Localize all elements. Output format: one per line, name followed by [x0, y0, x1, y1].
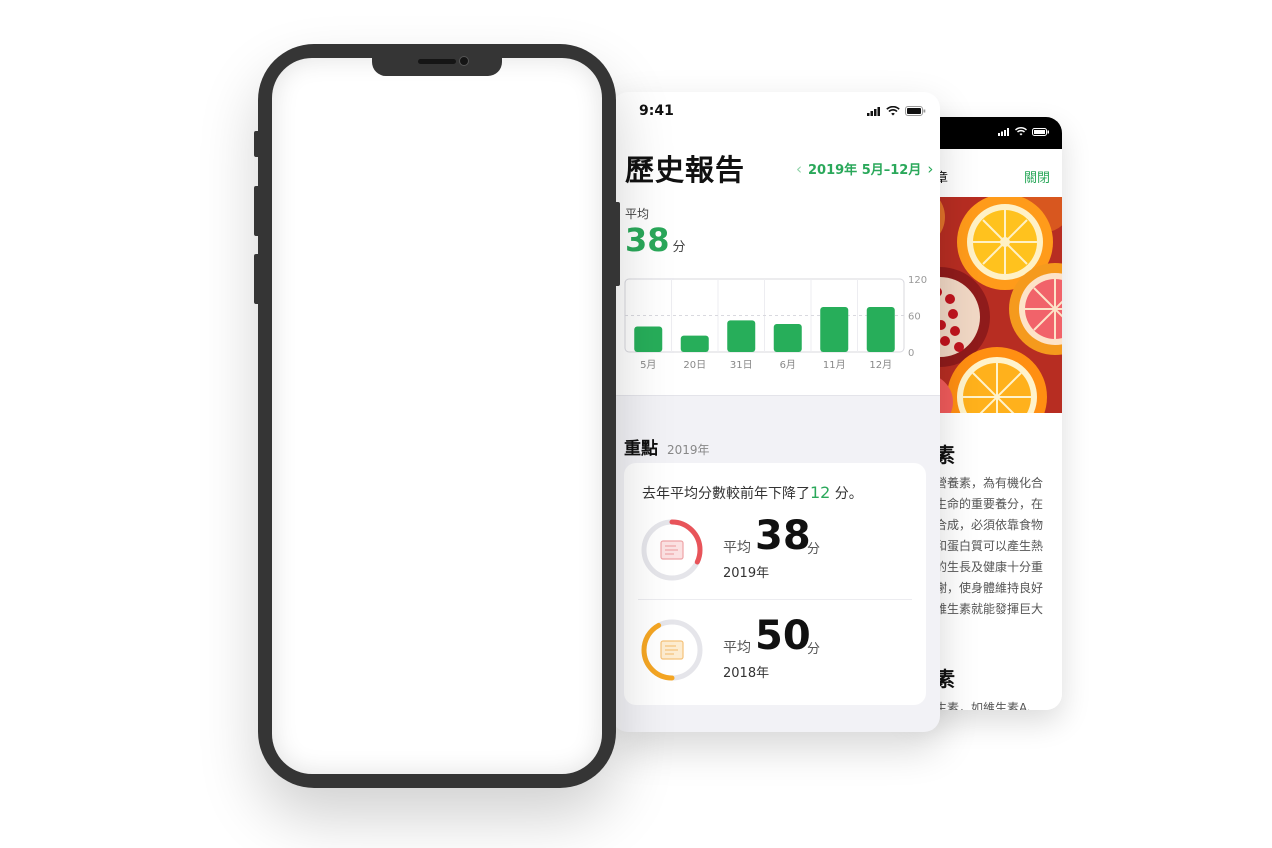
highlights-summary: 去年平均分數較前年下降了12 分。 [642, 483, 863, 503]
close-button[interactable]: 關閉 [1024, 167, 1050, 186]
highlights-header: 重點 2019年 [624, 434, 710, 459]
average-unit: 分 [672, 240, 686, 255]
date-range-nav: ‹ 2019年 5月–12月 › [796, 159, 933, 179]
report-icon [660, 640, 684, 660]
article-line: 營養素，為有機化合 [935, 476, 1044, 490]
summary-value: 12 [810, 483, 831, 502]
chart-bar [727, 320, 756, 352]
chart-y-tick: 0 [908, 348, 914, 359]
phone-notch [372, 54, 502, 76]
article-line: 的生長及健康十分重 [935, 560, 1044, 574]
signal-icon [998, 127, 1009, 136]
row-year: 2019年 [723, 566, 770, 581]
average-label: 平均 [625, 207, 650, 221]
divider [638, 599, 912, 600]
average-value: 38 分 [625, 221, 686, 259]
highlights-card: 去年平均分數較前年下降了12 分。 平均 38 分 2019年 平均 50 分 … [624, 463, 926, 705]
article-line: 生命的重要養分，在 [935, 497, 1044, 511]
status-time: 9:41 [639, 103, 674, 119]
chart-x-tick: 6月 [780, 359, 796, 371]
battery-icon [905, 106, 926, 116]
report-summary-section: 9:41 歷史報告 ‹ 2019年 5月–12月 › 平均 38 分 5月 20日… [612, 92, 940, 396]
chevron-left-icon[interactable]: ‹ [796, 160, 802, 178]
chart-bar [820, 306, 849, 352]
chart-bar [680, 335, 709, 352]
year-score-row[interactable]: 平均 50 分 2018年 [640, 613, 912, 685]
signal-icon [867, 106, 880, 116]
article-line: 謝，使身體維持良好 [935, 581, 1044, 595]
chart-x-tick: 11月 [823, 359, 846, 371]
score-ring [641, 619, 703, 681]
chart-y-tick: 60 [908, 312, 921, 323]
chart-x-tick: 20日 [683, 360, 706, 371]
summary-text: 去年平均分數較前年下降了 [642, 486, 810, 502]
row-score-unit: 分 [807, 642, 821, 657]
chart-x-tick: 5月 [640, 359, 656, 371]
wifi-icon [886, 106, 900, 116]
chart-bar [866, 306, 895, 352]
phone-screen [272, 58, 602, 774]
highlights-year: 2019年 [667, 443, 710, 457]
history-report-screen: 9:41 歷史報告 ‹ 2019年 5月–12月 › 平均 38 分 5月 20日… [612, 92, 940, 732]
article-line: 和蛋白質可以產生熱 [935, 539, 1044, 553]
speaker [418, 59, 456, 64]
row-score-unit: 分 [807, 542, 821, 557]
row-score: 50 [755, 613, 811, 659]
chart-bar [773, 324, 802, 352]
average-number: 38 [625, 221, 670, 259]
row-score: 38 [755, 513, 811, 559]
row-average-label: 平均 [723, 540, 751, 556]
battery-icon [1032, 127, 1049, 136]
date-range-label: 2019年 5月–12月 [808, 163, 922, 178]
article-body: 營養素，為有機化合 生命的重要養分，在 合成，必須依靠食物 和蛋白質可以產生熱 … [935, 473, 1055, 620]
highlights-title: 重點 [624, 439, 658, 459]
row-year: 2018年 [723, 666, 770, 681]
power-button [616, 202, 620, 286]
chart-bar [634, 326, 663, 352]
status-icons [867, 106, 926, 116]
score-ring [641, 519, 703, 581]
report-icon [660, 540, 684, 560]
page-title: 歷史報告 [625, 153, 746, 187]
row-average-label: 平均 [723, 640, 751, 656]
score-bar-chart: 5月 20日 31日 6月 11月 12月 0 60 120 [624, 275, 927, 371]
phone-frame [258, 44, 616, 788]
article-line: 合成，必須依靠食物 [935, 518, 1044, 532]
summary-suffix: 分。 [830, 486, 863, 502]
article-line: 生素，如維生素A、 [935, 701, 1040, 710]
chart-y-tick: 120 [908, 275, 927, 286]
article-line: 維生素就能發揮巨大 [935, 602, 1044, 616]
wifi-icon [1015, 127, 1027, 136]
chevron-right-icon[interactable]: › [927, 160, 933, 178]
chart-x-tick: 31日 [730, 360, 753, 371]
chart-x-tick: 12月 [869, 359, 892, 371]
camera-icon [459, 56, 469, 66]
year-score-row[interactable]: 平均 38 分 2019年 [640, 513, 912, 585]
